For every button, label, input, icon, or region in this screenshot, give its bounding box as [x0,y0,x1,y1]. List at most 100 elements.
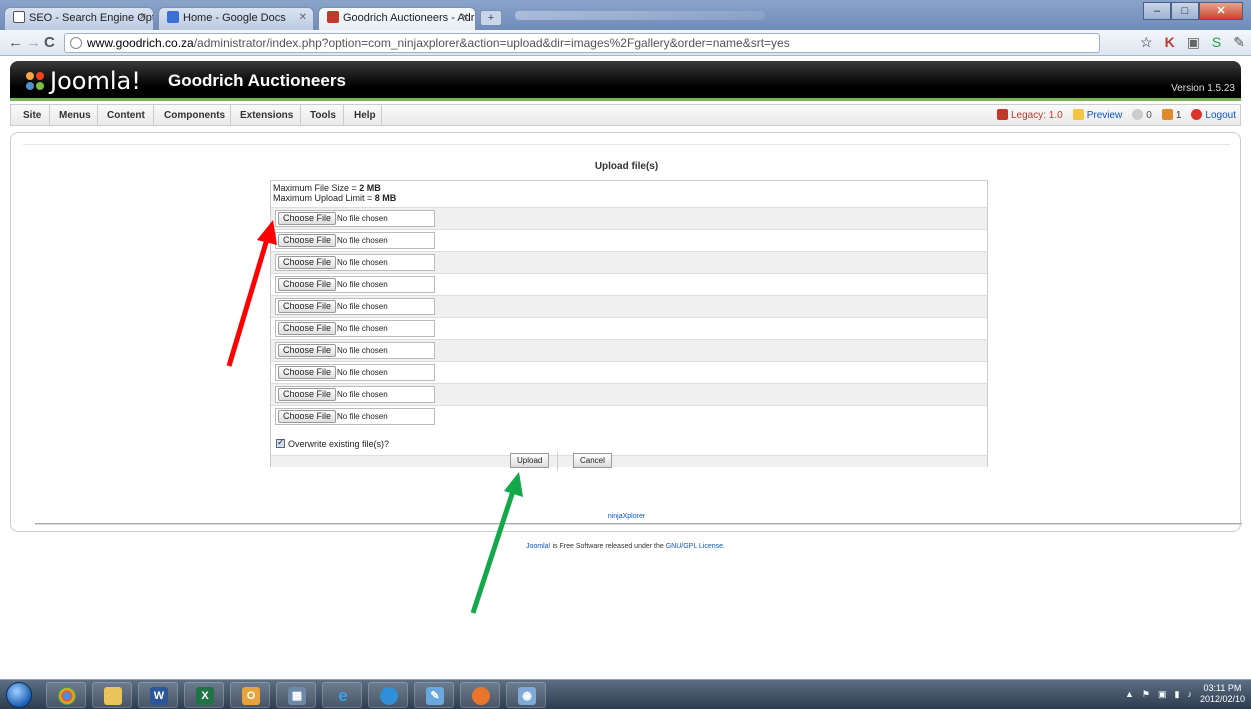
tray-expand-icon[interactable]: ▲ [1125,689,1134,699]
no-file-label: No file chosen [337,412,388,421]
no-file-label: No file chosen [337,324,388,333]
legacy-status[interactable]: Legacy: 1.0 [996,109,1063,121]
upload-form: Maximum File Size = 2 MB Maximum Upload … [270,180,988,470]
extension-k-icon[interactable]: K [1165,34,1175,51]
taskbar-app-pen[interactable]: ✎ [414,682,454,708]
extension-box-icon[interactable]: ▣ [1187,34,1200,51]
logout-link[interactable]: Logout [1191,109,1236,121]
excel-icon: X [196,687,214,705]
cancel-button[interactable]: Cancel [573,453,612,468]
file-input[interactable]: Choose File No file chosen [275,298,435,315]
license-link[interactable]: GNU/GPL License [666,543,723,550]
back-icon[interactable]: ← [8,34,23,51]
address-bar[interactable]: www.goodrich.co.za/administrator/index.p… [64,33,1100,53]
file-row: Choose File No file chosen [271,383,987,405]
tab-google-docs[interactable]: Home - Google Docs ✕ [158,7,314,30]
windows-start-icon[interactable] [6,682,32,708]
extension-s-icon[interactable]: S [1212,34,1221,51]
no-file-label: No file chosen [337,280,388,289]
taskbar-calculator[interactable]: ▦ [276,682,316,708]
url-path: /administrator/index.php?option=com_ninj… [193,36,790,50]
close-icon[interactable]: ✕ [299,12,307,23]
preview-link[interactable]: Preview [1072,109,1122,121]
taskbar-ie[interactable]: e [322,682,362,708]
maximize-icon[interactable]: □ [1171,2,1199,20]
flag-icon[interactable]: ⚑ [1142,689,1150,700]
taskbar-app-ball[interactable] [460,682,500,708]
choose-file-button[interactable]: Choose File [278,234,337,247]
choose-file-button[interactable]: Choose File [278,300,337,313]
menu-extensions[interactable]: Extensions [240,110,293,121]
upload-button[interactable]: Upload [510,453,550,468]
button-divider [557,452,558,470]
file-input[interactable]: Choose File No file chosen [275,210,435,227]
choose-file-button[interactable]: Choose File [278,388,337,401]
tab-seo[interactable]: SEO - Search Engine Optimi ✕ [4,7,154,30]
calculator-icon: ▦ [288,687,306,705]
no-file-label: No file chosen [337,236,388,245]
forward-icon[interactable]: → [26,34,41,51]
reload-icon[interactable]: C [44,34,55,51]
taskbar-excel[interactable]: X [184,682,224,708]
no-file-label: No file chosen [337,346,388,355]
choose-file-button[interactable]: Choose File [278,410,337,423]
word-icon: W [150,687,168,705]
file-input[interactable]: Choose File No file chosen [275,364,435,381]
menu-site[interactable]: Site [23,110,41,121]
menu-divider [343,105,344,125]
file-input[interactable]: Choose File No file chosen [275,232,435,249]
tab-goodrich[interactable]: Goodrich Auctioneers - Adr ✕ [318,7,476,30]
file-input[interactable]: Choose File No file chosen [275,320,435,337]
minimize-icon[interactable]: – [1143,2,1171,20]
file-input[interactable]: Choose File No file chosen [275,408,435,425]
users-icon [1161,109,1173,120]
file-input[interactable]: Choose File No file chosen [275,386,435,403]
overwrite-option[interactable]: Overwrite existing file(s)? [276,437,389,449]
divider [35,523,1242,525]
menu-components[interactable]: Components [164,110,225,121]
choose-file-button[interactable]: Choose File [278,344,337,357]
taskbar-app-globe[interactable] [368,682,408,708]
star-icon[interactable]: ☆ [1140,34,1153,51]
volume-icon[interactable]: ♪ [1187,689,1192,699]
max-file-size-label: Maximum File Size = [273,183,360,193]
wrench-icon[interactable]: ✎ [1233,34,1245,51]
no-file-label: No file chosen [337,302,388,311]
signal-icon[interactable]: ▮ [1175,689,1180,700]
monitor-icon[interactable]: ▣ [1158,689,1167,700]
taskbar-word[interactable]: W [138,682,178,708]
menu-content[interactable]: Content [107,110,145,121]
menu-help[interactable]: Help [354,110,376,121]
taskbar-outlook[interactable]: O [230,682,270,708]
joomla-logo: Joomla! [24,67,141,95]
users-count[interactable]: 1 [1161,109,1181,121]
taskbar-app-network[interactable]: ◉ [506,682,546,708]
ninjaxplorer-link[interactable]: ninjaXplorer [23,513,1230,520]
new-tab-button[interactable]: + [480,10,502,26]
choose-file-button[interactable]: Choose File [278,366,337,379]
file-input[interactable]: Choose File No file chosen [275,254,435,271]
close-icon[interactable]: ✕ [461,12,469,23]
menu-tools[interactable]: Tools [310,110,336,121]
choose-file-button[interactable]: Choose File [278,322,337,335]
folder-icon [104,687,122,705]
clock[interactable]: 03:11 PM 2012/02/10 [1200,683,1245,705]
max-upload-value: 8 MB [374,193,397,203]
overwrite-checkbox[interactable] [276,437,285,448]
browser-toolbar: ← → C www.goodrich.co.za/administrator/i… [0,30,1251,56]
menu-menus[interactable]: Menus [59,110,91,121]
file-input[interactable]: Choose File No file chosen [275,342,435,359]
close-window-icon[interactable]: ✕ [1199,2,1243,20]
max-file-size-value: 2 MB [359,183,381,193]
choose-file-button[interactable]: Choose File [278,212,337,225]
taskbar-chrome[interactable] [46,682,86,708]
system-tray: ▲ ⚑ ▣ ▮ ♪ 03:11 PM 2012/02/10 [1125,683,1245,705]
choose-file-button[interactable]: Choose File [278,256,337,269]
file-input[interactable]: Choose File No file chosen [275,276,435,293]
globe-app-icon [380,687,398,705]
joomla-link[interactable]: Joomla! [526,543,551,550]
messages-count[interactable]: 0 [1132,109,1152,121]
choose-file-button[interactable]: Choose File [278,278,337,291]
taskbar-explorer[interactable] [92,682,132,708]
close-icon[interactable]: ✕ [139,12,147,23]
